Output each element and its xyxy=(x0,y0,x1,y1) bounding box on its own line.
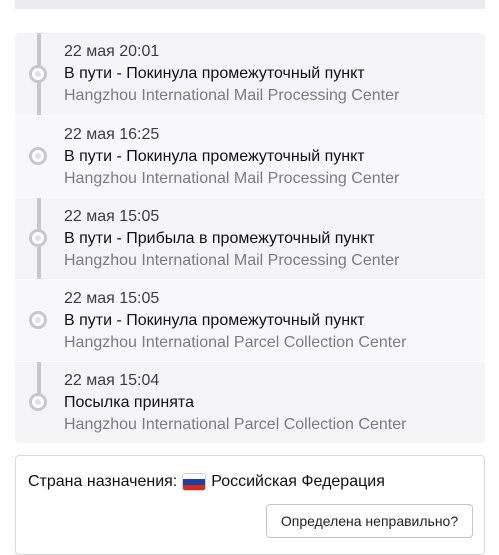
tracking-event: 22 мая 16:25 В пути - Покинула промежуто… xyxy=(15,115,485,197)
event-date: 22 мая 15:05 xyxy=(64,208,160,225)
destination-country: Российская Федерация xyxy=(211,473,385,490)
event-location: Hangzhou International Mail Processing C… xyxy=(64,252,400,269)
tracking-timeline: 22 мая 20:01 В пути - Покинула промежуто… xyxy=(15,33,485,443)
timeline-dot-icon xyxy=(29,393,47,411)
event-status: В пути - Покинула промежуточный пункт xyxy=(64,312,365,329)
event-location: Hangzhou International Parcel Collection… xyxy=(64,416,407,433)
tracking-event: 22 мая 20:01 В пути - Покинула промежуто… xyxy=(15,33,485,114)
event-date: 22 мая 15:05 xyxy=(64,290,160,307)
timeline-dot-icon xyxy=(29,311,47,329)
event-status: Посылка принята xyxy=(64,394,194,411)
flag-stripe-red xyxy=(183,484,206,490)
tracking-event: 22 мая 15:04 Посылка принята Hangzhou In… xyxy=(15,361,485,443)
event-location: Hangzhou International Mail Processing C… xyxy=(64,87,400,104)
event-status: В пути - Покинула промежуточный пункт xyxy=(64,65,365,82)
destination-row: Страна назначения: Российская Федерация xyxy=(28,473,385,491)
destination-card: Страна назначения: Российская Федерация … xyxy=(15,455,485,555)
event-date: 22 мая 20:01 xyxy=(64,43,160,60)
destination-label: Страна назначения: xyxy=(28,473,178,490)
timeline-dot-icon xyxy=(29,65,47,83)
event-location: Hangzhou International Mail Processing C… xyxy=(64,170,400,187)
event-date: 22 мая 16:25 xyxy=(64,126,160,143)
event-date: 22 мая 15:04 xyxy=(64,372,160,389)
event-status: В пути - Прибыла в промежуточный пункт xyxy=(64,230,375,247)
timeline-dot-icon xyxy=(29,147,47,165)
event-location: Hangzhou International Parcel Collection… xyxy=(64,334,407,351)
previous-section-edge xyxy=(15,0,485,9)
timeline-dot-icon xyxy=(29,229,47,247)
report-wrong-country-button[interactable]: Определена неправильно? xyxy=(266,504,473,538)
event-status: В пути - Покинула промежуточный пункт xyxy=(64,148,365,165)
russia-flag-icon xyxy=(183,474,206,490)
tracking-event: 22 мая 15:05 В пути - Покинула промежуто… xyxy=(15,279,485,361)
tracking-event: 22 мая 15:05 В пути - Прибыла в промежут… xyxy=(15,197,485,279)
